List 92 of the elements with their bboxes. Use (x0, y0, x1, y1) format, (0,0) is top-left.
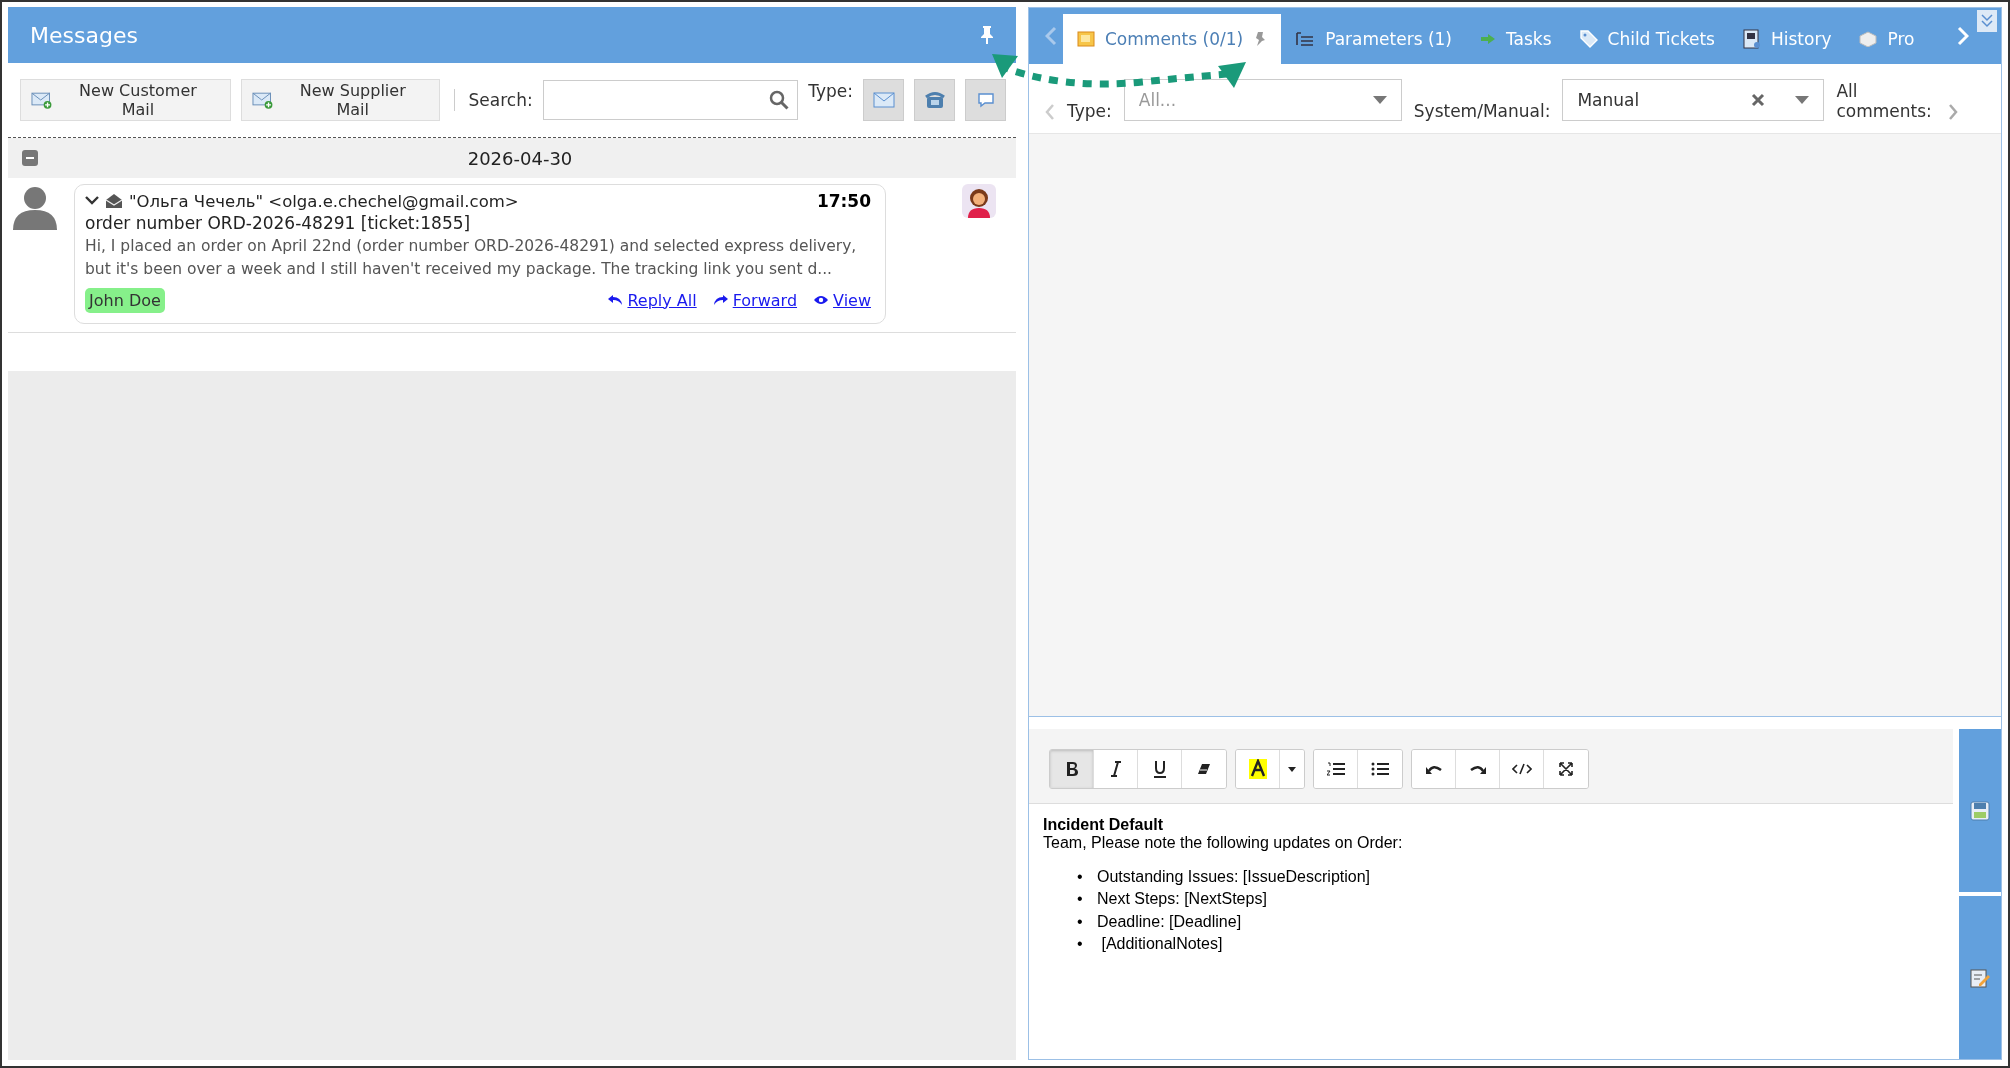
ul-button[interactable] (1358, 750, 1402, 788)
person-icon (12, 184, 58, 230)
message-preview: Hi, I placed an order on April 22nd (order number ORD-2026-48291) and selected express delivery, but it's been over a week and I still haven't received my package. The tracking link you sent d... (85, 236, 858, 281)
document-icon (1742, 29, 1761, 49)
ol-button[interactable] (1314, 750, 1358, 788)
message-subject: order number ORD-2026-48291 [ticket:1855] (85, 213, 472, 233)
tab[interactable]: Child Tickets (1565, 14, 1729, 64)
all-comments-label: All comments: (1836, 81, 1933, 121)
chat-bubble-icon (976, 92, 995, 108)
bullet-item: Next Steps: [NextSteps] (1097, 889, 1267, 910)
search-label: Search: (468, 90, 533, 110)
tree-list-icon (1295, 31, 1316, 47)
collapse-icon[interactable] (22, 150, 38, 166)
phone-filter-button[interactable] (914, 79, 955, 121)
tab[interactable]: Parameters (1) (1281, 14, 1466, 64)
bullet-mark: • (1077, 867, 1084, 887)
dropdown-caret-icon (1795, 96, 1810, 104)
tab[interactable]: Tasks (1466, 14, 1566, 64)
underline-icon (1152, 760, 1167, 778)
bold-icon (1064, 761, 1079, 777)
new-mail-button[interactable]: New Customer Mail (20, 79, 231, 121)
clear-icon[interactable] (1751, 93, 1766, 107)
panel-title: Messages (30, 22, 138, 48)
system-manual-select[interactable]: Manual (1562, 79, 1825, 121)
eraser-button[interactable] (1182, 750, 1226, 788)
search-icon (769, 90, 790, 110)
forward-link[interactable]: Forward (712, 290, 798, 310)
message-sender: "Ольга Чечель" <olga.e.chechel@gmail.com> (129, 191, 520, 211)
fullscreen-icon (1559, 762, 1573, 776)
italic-icon (1109, 761, 1122, 777)
undo-button[interactable] (1412, 750, 1456, 788)
note-icon (1077, 31, 1095, 47)
edit-button[interactable] (1959, 896, 2001, 1059)
new-mail-button[interactable]: New Supplier Mail (240, 79, 440, 121)
assignee-tag: John Doe (85, 287, 165, 313)
bullet-item: [AdditionalNotes] (1100, 934, 1223, 955)
dropdown-button[interactable] (1280, 750, 1304, 788)
mail-add-icon (251, 91, 273, 109)
code-button[interactable] (1500, 750, 1544, 788)
highlight-button[interactable] (1236, 750, 1280, 788)
chevron-down-icon[interactable] (85, 196, 99, 206)
phone-icon (924, 91, 945, 109)
type-label: Type: (1067, 101, 1112, 121)
forward-icon (712, 294, 729, 306)
mail-add-icon (31, 91, 53, 109)
bullet-mark: • (1077, 934, 1084, 955)
numbered-list-icon (1326, 762, 1345, 776)
tag-icon (1579, 30, 1598, 48)
pin-icon[interactable] (1253, 31, 1268, 47)
search-field[interactable] (542, 80, 799, 120)
tab[interactable]: Pro (1845, 14, 1929, 64)
caret-icon (1288, 766, 1296, 772)
pin-icon[interactable] (980, 25, 994, 45)
message-card[interactable] (74, 184, 886, 324)
bullet-list-icon (1371, 762, 1389, 776)
type-label: Type: (808, 81, 854, 101)
bullet-item: Outstanding Issues: [IssueDescription] (1097, 867, 1371, 887)
redo-button[interactable] (1456, 750, 1500, 788)
template-heading: Incident Default (1043, 816, 1164, 834)
arrow-right-icon (1480, 33, 1496, 45)
redo-icon (1468, 763, 1487, 775)
eraser-icon (1197, 763, 1211, 775)
view-link[interactable]: View (813, 290, 871, 310)
italic-button[interactable] (1094, 750, 1138, 788)
avatar-icon (962, 184, 996, 218)
date-group-label: 2026-04-30 (466, 147, 574, 169)
envelope-icon (105, 193, 123, 209)
bullet-mark: • (1077, 889, 1084, 910)
type-select[interactable]: All... (1123, 79, 1402, 121)
undo-icon (1424, 763, 1443, 775)
reply-all-link[interactable]: Reply All (607, 290, 697, 310)
box-icon (1859, 31, 1878, 47)
reply-all-icon (607, 294, 624, 306)
template-intro: Team, Please note the following updates on Order: (1043, 834, 1404, 852)
scroll-right-icon[interactable] (1948, 103, 1959, 121)
bullet-item: Deadline: [Deadline] (1097, 911, 1242, 932)
envelope-icon (872, 92, 895, 108)
eye-icon (813, 294, 830, 306)
bullet-mark: • (1077, 911, 1084, 932)
code-icon (1511, 763, 1532, 775)
chat-filter-button[interactable] (965, 79, 1006, 121)
tab[interactable]: History (1728, 14, 1846, 64)
bold-button[interactable] (1050, 750, 1094, 788)
underline-button[interactable] (1138, 750, 1182, 788)
fullscreen-button[interactable] (1544, 750, 1588, 788)
system-manual-label: System/Manual: (1413, 101, 1551, 121)
collapse-panel-icon[interactable] (1977, 10, 1997, 32)
dropdown-caret-icon (1372, 96, 1387, 104)
highlight-icon (1248, 759, 1267, 779)
edit-note-icon (1970, 967, 1990, 988)
tab[interactable]: Comments (0/1) (1063, 14, 1282, 64)
message-time: 17:50 (816, 191, 871, 211)
